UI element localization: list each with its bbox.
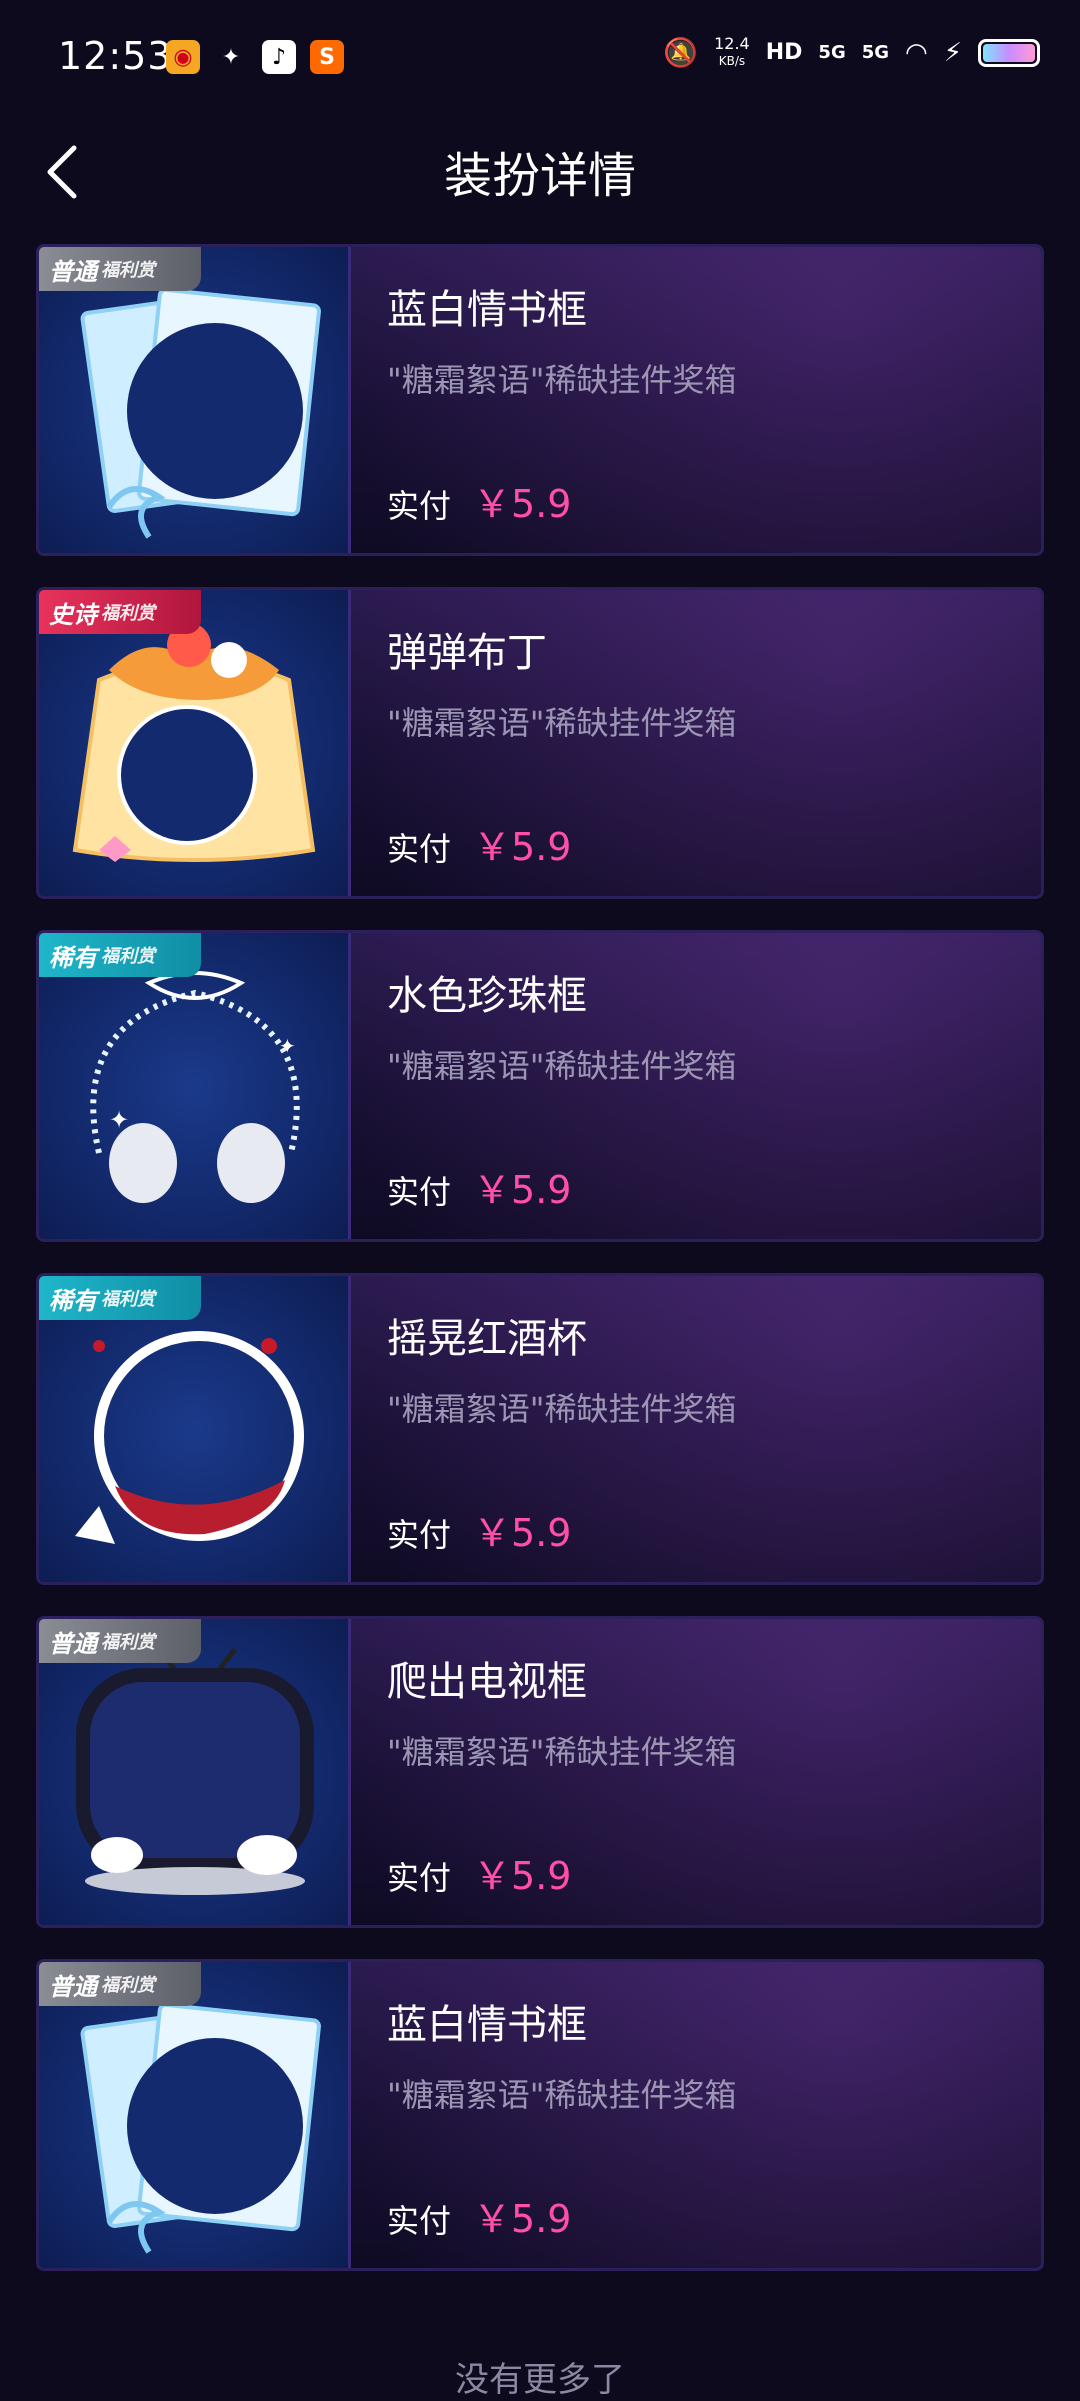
outfit-card[interactable]: 普通 福利赏 爬出电视框 "糖霜絮语"稀缺挂件奖箱 实付 ￥5.9 (36, 1616, 1044, 1928)
outfit-thumbnail: 普通 福利赏 (39, 1619, 351, 1925)
outfit-thumbnail: 普通 福利赏 (39, 1962, 351, 2268)
outfit-thumbnail: 史诗 福利赏 (39, 590, 351, 896)
outfit-card[interactable]: 稀有 福利赏 摇晃红酒杯 "糖霜絮语"稀缺挂件奖箱 实付 ￥5.9 (36, 1273, 1044, 1585)
rarity-badge: 普通 福利赏 (39, 1962, 201, 2006)
header: 装扮详情 (0, 120, 1080, 220)
outfit-source: "糖霜絮语"稀缺挂件奖箱 (387, 1733, 737, 1771)
outfit-thumbnail: ✦ ✦ 稀有 福利赏 (39, 933, 351, 1239)
price-row: 实付 ￥5.9 (387, 473, 571, 528)
charging-icon: ⚡ (943, 37, 962, 68)
outfit-name: 摇晃红酒杯 (387, 1316, 587, 1362)
signal-5g-1: 5G (818, 42, 846, 63)
no-more-text: 没有更多了 (455, 2360, 625, 2400)
pudding-frame-icon (72, 623, 316, 862)
wechat-icon: ✦ (221, 44, 241, 70)
price-row: 实付 ￥5.9 (387, 816, 571, 871)
status-right: 🔕 12.4 KB/s HD 5G 5G ◠ ⚡ (663, 36, 1040, 69)
weibo-icon: ◉ (166, 40, 200, 74)
tiktok-icon: ♪ (262, 40, 296, 74)
price-value: ￥5.9 (473, 1168, 572, 1212)
svg-text:✦: ✦ (109, 1106, 129, 1134)
price-label: 实付 (387, 1516, 452, 1554)
status-bar: 12:53 ◉ ✦ ♪ S 🔕 12.4 KB/s HD 5G 5G ◠ ⚡ (0, 0, 1080, 120)
price-label: 实付 (387, 830, 452, 868)
love-letter-frame-icon (80, 2002, 321, 2254)
page-title: 装扮详情 (443, 148, 636, 204)
outfit-source: "糖霜絮语"稀缺挂件奖箱 (387, 1390, 737, 1428)
outfit-source: "糖霜絮语"稀缺挂件奖箱 (387, 2076, 737, 2114)
outfit-source: "糖霜絮语"稀缺挂件奖箱 (387, 1047, 737, 1085)
net-speed: 12.4 KB/s (714, 34, 750, 69)
price-label: 实付 (387, 487, 452, 525)
outfit-name: 水色珍珠框 (387, 973, 587, 1019)
outfit-card[interactable]: 史诗 福利赏 弹弹布丁 "糖霜絮语"稀缺挂件奖箱 实付 ￥5.9 (36, 587, 1044, 899)
rarity-badge: 稀有 福利赏 (39, 1276, 201, 1320)
rarity-badge: 普通 福利赏 (39, 247, 201, 291)
hd-signal: HD (765, 40, 803, 65)
outfit-name: 弹弹布丁 (387, 630, 547, 676)
mute-icon: 🔕 (663, 36, 699, 69)
price-row: 实付 ￥5.9 (387, 2188, 571, 2243)
price-label: 实付 (387, 1173, 452, 1211)
rarity-badge: 史诗 福利赏 (39, 590, 201, 634)
outfit-name: 蓝白情书框 (387, 287, 587, 333)
price-row: 实付 ￥5.9 (387, 1502, 571, 1557)
outfit-source: "糖霜絮语"稀缺挂件奖箱 (387, 704, 737, 742)
svg-text:✦: ✦ (279, 1034, 296, 1058)
outfit-source: "糖霜絮语"稀缺挂件奖箱 (387, 361, 737, 399)
sohu-icon: S (310, 40, 344, 74)
outfit-card[interactable]: 普通 福利赏 蓝白情书框 "糖霜絮语"稀缺挂件奖箱 实付 ￥5.9 (36, 1959, 1044, 2271)
price-label: 实付 (387, 1859, 452, 1897)
pearl-frame-icon: ✦ ✦ (90, 971, 300, 1203)
price-value: ￥5.9 (473, 2197, 572, 2241)
price-value: ￥5.9 (473, 825, 572, 869)
price-value: ￥5.9 (473, 482, 572, 526)
price-value: ￥5.9 (473, 1511, 572, 1555)
rarity-badge: 普通 福利赏 (39, 1619, 201, 1663)
outfit-name: 蓝白情书框 (387, 2002, 587, 2048)
outfit-thumbnail: 普通 福利赏 (39, 247, 351, 553)
rarity-badge: 稀有 福利赏 (39, 933, 201, 977)
wine-glass-frame-icon (75, 1331, 304, 1544)
outfit-card[interactable]: 普通 福利赏 蓝白情书框 "糖霜絮语"稀缺挂件奖箱 实付 ￥5.9 (36, 244, 1044, 556)
price-value: ￥5.9 (473, 1854, 572, 1898)
outfit-list: 普通 福利赏 蓝白情书框 "糖霜絮语"稀缺挂件奖箱 实付 ￥5.9 史诗 福利赏 弹… (36, 244, 1044, 2302)
outfit-card[interactable]: ✦ ✦ 稀有 福利赏 水色珍珠框 "糖霜絮语"稀缺挂件奖箱 实付 ￥5.9 (36, 930, 1044, 1242)
price-row: 实付 ￥5.9 (387, 1159, 571, 1214)
price-row: 实付 ￥5.9 (387, 1845, 571, 1900)
love-letter-frame-icon (80, 287, 321, 539)
outfit-thumbnail: 稀有 福利赏 (39, 1276, 351, 1582)
tv-frame-icon (76, 1647, 314, 1895)
status-time: 12:53 (58, 34, 173, 78)
outfit-name: 爬出电视框 (387, 1659, 587, 1705)
price-label: 实付 (387, 2202, 452, 2240)
wifi-icon: ◠ (905, 37, 928, 68)
battery-icon (978, 38, 1040, 67)
notification-icons: ◉ ✦ ♪ S (166, 40, 344, 74)
signal-5g-2: 5G (861, 42, 890, 63)
